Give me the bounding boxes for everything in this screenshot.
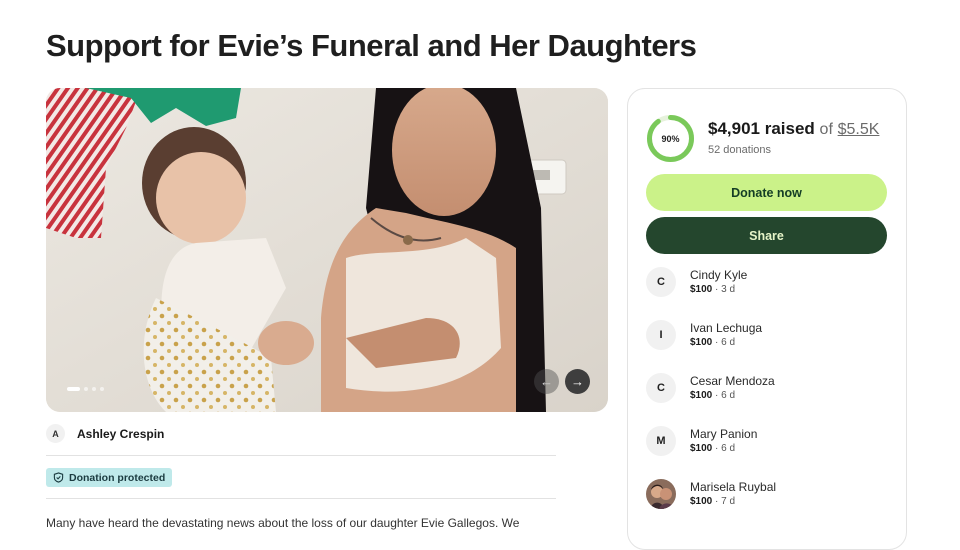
donor-item: I Ivan Lechuga $100 · 6 d (646, 320, 762, 350)
donor-item: C Cesar Mendoza $100 · 6 d (646, 373, 775, 403)
amount-raised: $4,901 raised of $5.5K (708, 119, 879, 139)
raised-of: of (819, 121, 833, 138)
donor-amount: $100 (690, 284, 713, 295)
donor-time: 3 d (721, 284, 736, 295)
donor-time: 6 d (721, 337, 736, 348)
raised-amount: $4,901 raised (708, 119, 815, 138)
carousel-dot[interactable] (100, 387, 104, 391)
story-text: Many have heard the devastating news abo… (46, 516, 520, 530)
carousel-dot[interactable] (92, 387, 96, 391)
donor-meta: $100 · 7 d (690, 496, 736, 507)
page-title: Support for Evie’s Funeral and Her Daugh… (46, 28, 697, 63)
donor-item: M Mary Panion $100 · 6 d (646, 426, 757, 456)
carousel-dot[interactable] (84, 387, 88, 391)
donor-meta: $100 · 6 d (690, 337, 736, 348)
organizer-avatar: A (46, 424, 65, 443)
badge-label: Donation protected (69, 471, 166, 484)
organizer[interactable]: A Ashley Crespin (46, 424, 164, 443)
donor-avatar: I (646, 320, 676, 350)
donor-item: Marisela Ruybal $100 · 7 d (646, 479, 776, 509)
donor-avatar: C (646, 373, 676, 403)
donor-amount: $100 (690, 390, 713, 401)
progress-percent: 90% (661, 133, 680, 144)
goal-amount[interactable]: $5.5K (838, 121, 880, 138)
donation-panel: 90% $4,901 raised of $5.5K 52 donations … (627, 88, 907, 550)
donation-protected-badge[interactable]: Donation protected (46, 468, 173, 487)
donor-name: Ivan Lechuga (690, 321, 763, 335)
next-photo-button[interactable]: → (565, 369, 590, 394)
carousel-indicator[interactable] (67, 387, 104, 391)
donor-avatar: M (646, 426, 676, 456)
donor-time: 6 d (721, 390, 736, 401)
donor-time: 6 d (721, 443, 736, 454)
donation-count: 52 donations (708, 144, 771, 156)
donor-meta: $100 · 6 d (690, 390, 736, 401)
donor-amount: $100 (690, 443, 713, 454)
donor-avatar: C (646, 267, 676, 297)
arrow-right-icon: → (571, 374, 584, 389)
organizer-name[interactable]: Ashley Crespin (77, 427, 164, 441)
donor-amount: $100 (690, 496, 713, 507)
donor-meta: $100 · 6 d (690, 443, 736, 454)
donor-item: C Cindy Kyle $100 · 3 d (646, 267, 747, 297)
donor-photo (646, 479, 676, 509)
campaign-photo-image (46, 88, 608, 412)
arrow-left-icon: ← (540, 374, 553, 389)
share-button[interactable]: Share (646, 217, 887, 254)
carousel-dot[interactable] (67, 387, 80, 391)
progress-ring: 90% (646, 114, 695, 163)
donor-name: Cesar Mendoza (690, 374, 775, 388)
campaign-photo[interactable]: ← → (46, 88, 608, 412)
donor-name: Marisela Ruybal (690, 480, 777, 494)
divider (46, 455, 556, 456)
shield-icon (53, 472, 64, 483)
previous-photo-button[interactable]: ← (534, 369, 559, 394)
donor-amount: $100 (690, 337, 713, 348)
donor-name: Cindy Kyle (690, 268, 748, 282)
donor-name: Mary Panion (690, 427, 758, 441)
donor-meta: $100 · 3 d (690, 284, 736, 295)
donate-now-button[interactable]: Donate now (646, 174, 887, 211)
donor-photo-avatar (646, 479, 676, 509)
divider (46, 498, 556, 499)
donor-time: 7 d (721, 496, 736, 507)
